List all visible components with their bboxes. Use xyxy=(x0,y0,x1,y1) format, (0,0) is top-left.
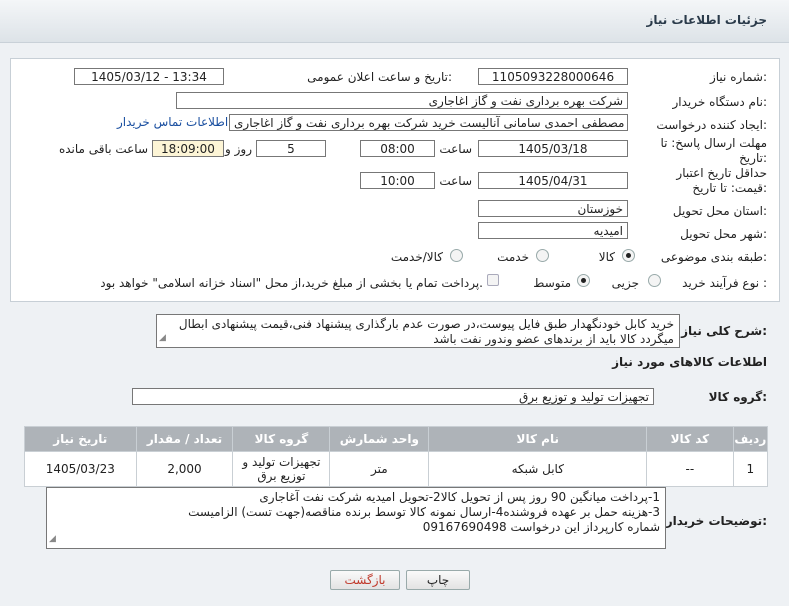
process-radio-medium[interactable] xyxy=(577,274,590,287)
page-title: جزئیات اطلاعات نیاز xyxy=(646,13,767,27)
deadline-label: مهلت ارسال پاسخ: تا تاریخ: xyxy=(660,136,767,165)
category-radio-service[interactable] xyxy=(536,249,549,262)
process-option-medium: متوسط xyxy=(533,276,571,290)
process-label: نوع فرآیند خرید : xyxy=(682,276,767,290)
buyer-notes-textarea: 1-پرداخت میانگین 90 روز پس از تحویل کالا… xyxy=(46,487,666,549)
col-header-row-number: ردیف xyxy=(732,426,769,452)
summary-textarea: خرید کابل خودنگهدار طبق فایل پیوست،در صو… xyxy=(156,314,680,348)
category-radio-both[interactable] xyxy=(450,249,463,262)
col-header-group: گروه کالا xyxy=(232,426,331,452)
cell-code: -- xyxy=(646,451,734,487)
creator-field: مصطفی احمدی سامانی آنالیست خرید شرکت بهر… xyxy=(229,114,628,131)
goods-group-label: گروه کالا: xyxy=(708,390,767,404)
validity-date-field: 1405/04/31 xyxy=(478,172,628,189)
col-header-name: نام کالا xyxy=(428,426,648,452)
announce-field: 1405/03/12 - 13:34 xyxy=(74,68,224,85)
buyer-note-line: شماره کارپرداز این درخواست 09167690498 xyxy=(422,520,660,534)
buyer-notes-label: توضیحات خریدار: xyxy=(665,514,767,528)
remaining-label: ساعت باقی مانده xyxy=(58,142,148,156)
goods-section-title: اطلاعات کالاهای مورد نیاز xyxy=(612,355,767,369)
buyer-org-field: شرکت بهره برداری نفت و گاز اغاجاری xyxy=(176,92,628,109)
treasury-payment-checkbox[interactable] xyxy=(487,274,499,286)
days-field: 5 xyxy=(256,140,326,157)
category-option-both: کالا/خدمت xyxy=(390,250,443,264)
col-header-need-date: تاریخ نیاز xyxy=(24,426,137,452)
deadline-date-field: 1405/03/18 xyxy=(478,140,628,157)
cell-group: تجهیزات تولید و توزیع برق xyxy=(232,451,331,487)
category-label: طبقه بندی موضوعی: xyxy=(660,250,767,264)
buyer-note-line: 1-پرداخت میانگین 90 روز پس از تحویل کالا… xyxy=(259,490,660,504)
announce-label: تاریخ و ساعت اعلان عمومی: xyxy=(307,70,452,84)
need-number-field: 1105093228000646 xyxy=(478,68,628,85)
back-button[interactable]: بازگشت xyxy=(330,570,400,590)
buyer-note-line: 3-هزینه حمل بر عهده فروشنده4-ارسال نمونه… xyxy=(188,505,660,519)
city-field: امیدیه xyxy=(478,222,628,239)
col-header-code: کد کالا xyxy=(646,426,734,452)
validity-time-label: ساعت xyxy=(439,174,472,188)
process-option-minor: جزیی xyxy=(611,276,639,290)
need-number-label: شماره نیاز: xyxy=(709,70,767,84)
summary-label: شرح کلی نیاز: xyxy=(681,324,767,338)
table-row: 1 -- کابل شبکه متر تجهیزات تولید و توزیع… xyxy=(24,451,769,487)
creator-label: ایجاد کننده درخواست: xyxy=(656,118,767,132)
days-label: روز و xyxy=(225,142,252,156)
cell-unit: متر xyxy=(329,451,430,487)
validity-time-field: 10:00 xyxy=(360,172,435,189)
buyer-org-label: نام دستگاه خریدار: xyxy=(672,95,768,109)
cell-need-date: 1405/03/23 xyxy=(24,451,137,487)
summary-text: خرید کابل خودنگهدار طبق فایل پیوست،در صو… xyxy=(178,317,674,346)
window-titlebar: جزئیات اطلاعات نیاز xyxy=(0,0,789,43)
province-label: استان محل تحویل: xyxy=(672,204,767,218)
goods-table-header: ردیف کد کالا نام کالا واحد شمارش گروه کا… xyxy=(24,426,769,452)
resize-grip-icon[interactable]: ◢ xyxy=(159,331,166,346)
cell-row-number: 1 xyxy=(732,451,769,487)
goods-table: ردیف کد کالا نام کالا واحد شمارش گروه کا… xyxy=(24,426,769,487)
category-radio-goods[interactable] xyxy=(622,249,635,262)
province-field: خوزستان xyxy=(478,200,628,217)
col-header-quantity: تعداد / مقدار xyxy=(135,426,234,452)
deadline-time-label: ساعت xyxy=(439,142,472,156)
cell-name: کابل شبکه xyxy=(428,451,648,487)
category-option-service: خدمت xyxy=(497,250,529,264)
print-button[interactable]: چاپ xyxy=(406,570,470,590)
city-label: شهر محل تحویل: xyxy=(680,227,767,241)
deadline-time-field: 08:00 xyxy=(360,140,435,157)
category-option-goods: کالا xyxy=(598,250,615,264)
process-radio-minor[interactable] xyxy=(648,274,661,287)
contact-buyer-link[interactable]: اطلاعات تماس خریدار xyxy=(117,115,228,129)
resize-grip-icon[interactable]: ◢ xyxy=(49,532,56,547)
validity-label: حداقل تاریخ اعتبار قیمت: تا تاریخ: xyxy=(676,166,767,195)
goods-group-field: تجهیزات تولید و توزیع برق xyxy=(132,388,654,405)
col-header-unit: واحد شمارش xyxy=(329,426,430,452)
remaining-time-field: 18:09:00 xyxy=(152,140,224,157)
cell-quantity: 2,000 xyxy=(135,451,234,487)
payment-note: پرداخت تمام یا بخشی از مبلغ خرید،از محل … xyxy=(100,276,483,290)
